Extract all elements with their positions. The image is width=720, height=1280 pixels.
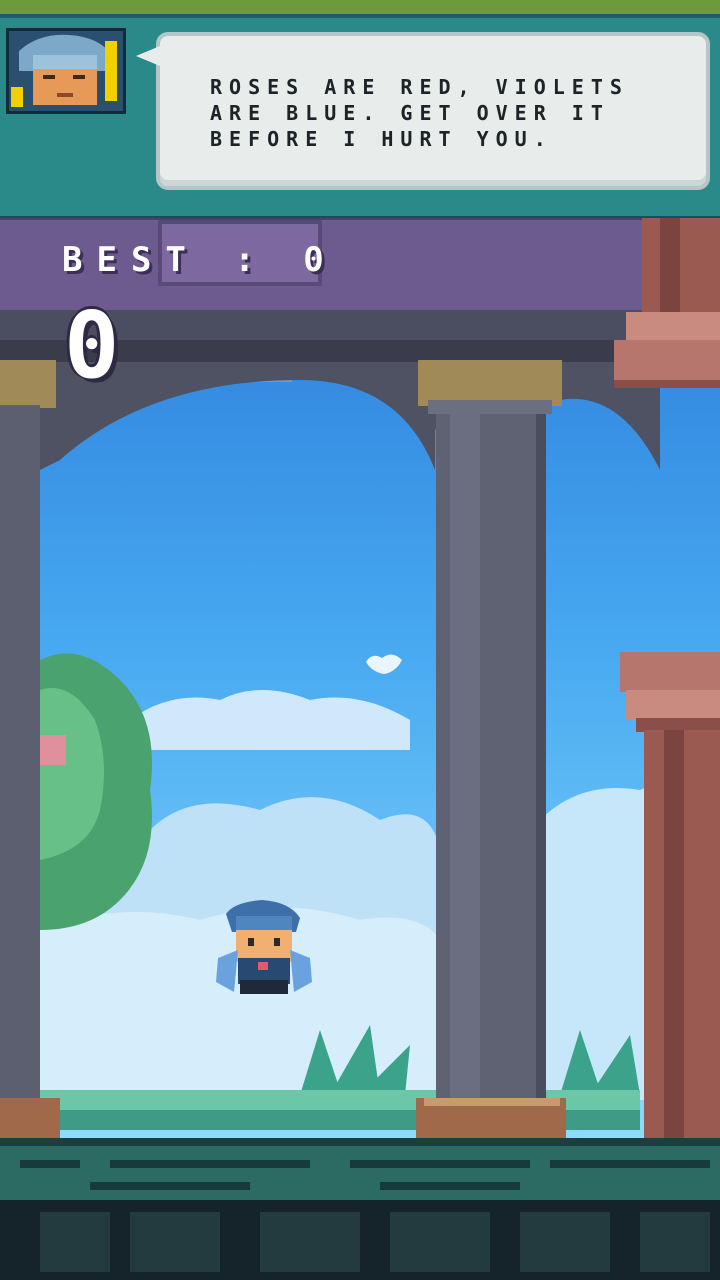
ground (0, 1138, 720, 1280)
dialogue-panel: ROSES ARE RED, VIOLETS ARE BLUE. GET OVE… (0, 0, 720, 218)
current-score: 0 (64, 292, 120, 399)
game-screen[interactable]: ROSES ARE RED, VIOLETS ARE BLUE. GET OVE… (0, 0, 720, 1280)
portrait-face-icon (9, 31, 123, 111)
character-portrait (6, 28, 126, 114)
dialogue-text: ROSES ARE RED, VIOLETS ARE BLUE. GET OVE… (210, 75, 629, 151)
center-pillar (416, 360, 566, 1140)
speech-bubble-tail (136, 46, 160, 66)
speech-bubble: ROSES ARE RED, VIOLETS ARE BLUE. GET OVE… (136, 32, 710, 190)
grass-trim (0, 0, 720, 14)
best-score: BEST : 0 (62, 240, 338, 280)
